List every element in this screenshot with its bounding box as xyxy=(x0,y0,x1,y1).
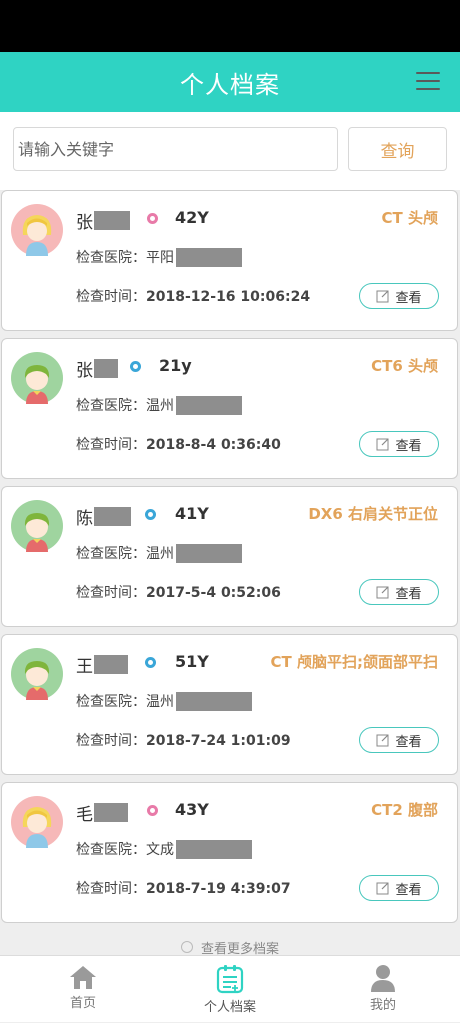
redacted-hospital-block xyxy=(176,839,252,859)
patient-age: 51Y xyxy=(175,652,209,671)
hospital-name: 温州 xyxy=(146,398,174,414)
female-icon xyxy=(147,805,158,816)
exam-time: 2018-8-4 0:36:40 xyxy=(146,437,281,453)
female-avatar-icon xyxy=(11,204,63,256)
hospital-name: 平阳 xyxy=(146,250,174,266)
female-avatar-icon xyxy=(11,796,63,848)
redacted-hospital-block xyxy=(176,691,252,711)
record-card[interactable]: 王 51Y CT 颅脑平扫;颌面部平扫 检查医院： 温州 检查时间：2018-7-… xyxy=(1,634,458,775)
patient-name: 张 xyxy=(76,208,130,233)
patient-name: 陈 xyxy=(76,504,131,529)
record-card[interactable]: 张 42Y CT 头颅 检查医院： 平阳 检查时间：2018-12-16 10:0… xyxy=(1,190,458,331)
patient-name: 王 xyxy=(76,652,128,677)
patient-name: 张 xyxy=(76,356,118,381)
exam-time-row: 检查时间：2018-8-4 0:36:40 xyxy=(76,437,281,453)
exam-time: 2017-5-4 0:52:06 xyxy=(146,585,281,601)
hospital-name: 文成 xyxy=(146,842,174,858)
record-card[interactable]: 陈 41Y DX6 右肩关节正位 检查医院： 温州 检查时间：2017-5-4 0… xyxy=(1,486,458,627)
tab-mine[interactable]: 我的 xyxy=(323,956,443,1023)
exam-time-row: 检查时间：2018-7-24 1:01:09 xyxy=(76,733,291,749)
view-button[interactable]: 查看 xyxy=(359,431,439,457)
edit-icon xyxy=(376,438,389,451)
exam-type: CT2 腹部 xyxy=(371,801,438,819)
redacted-hospital-block xyxy=(176,543,242,563)
patient-age: 21y xyxy=(159,356,192,375)
hospital-row: 检查医院： 文成 xyxy=(76,839,252,859)
exam-time-row: 检查时间：2017-5-4 0:52:06 xyxy=(76,585,281,601)
edit-icon xyxy=(376,882,389,895)
redacted-name-block xyxy=(94,211,130,230)
exam-time-row: 检查时间：2018-7-19 4:39:07 xyxy=(76,881,291,897)
edit-icon xyxy=(376,734,389,747)
more-icon xyxy=(180,941,193,953)
edit-icon xyxy=(376,290,389,303)
male-icon xyxy=(145,509,156,520)
patient-name: 毛 xyxy=(76,800,128,825)
view-more-link[interactable]: 查看更多档案 xyxy=(0,938,460,956)
patient-age: 42Y xyxy=(175,208,209,227)
redacted-name-block xyxy=(94,803,128,822)
record-card[interactable]: 张 21y CT6 头颅 检查医院： 温州 检查时间：2018-8-4 0:36:… xyxy=(1,338,458,479)
hospital-name: 温州 xyxy=(146,546,174,562)
male-avatar-icon xyxy=(11,648,63,700)
view-button[interactable]: 查看 xyxy=(359,875,439,901)
redacted-hospital-block xyxy=(176,395,242,415)
search-input[interactable] xyxy=(13,127,338,171)
exam-type: CT 头颅 xyxy=(381,209,438,227)
bottom-tab-bar: 首页 个人档案 我的 xyxy=(0,955,460,1022)
hospital-row: 检查医院： 温州 xyxy=(76,691,252,711)
male-avatar-icon xyxy=(11,352,63,404)
hospital-name: 温州 xyxy=(146,694,174,710)
redacted-name-block xyxy=(94,359,118,378)
hospital-row: 检查医院： 温州 xyxy=(76,543,242,563)
redacted-name-block xyxy=(94,655,128,674)
view-button[interactable]: 查看 xyxy=(359,727,439,753)
male-icon xyxy=(130,361,141,372)
exam-time: 2018-7-24 1:01:09 xyxy=(146,733,291,749)
hospital-row: 检查医院： 温州 xyxy=(76,395,242,415)
patient-age: 41Y xyxy=(175,504,209,523)
records-icon xyxy=(216,965,244,994)
redacted-name-block xyxy=(94,507,131,526)
view-button[interactable]: 查看 xyxy=(359,579,439,605)
male-avatar-icon xyxy=(11,500,63,552)
exam-time: 2018-7-19 4:39:07 xyxy=(146,881,291,897)
status-bar xyxy=(0,0,460,52)
exam-type: CT6 头颅 xyxy=(371,357,438,375)
view-button[interactable]: 查看 xyxy=(359,283,439,309)
search-button[interactable]: 查询 xyxy=(348,127,447,171)
record-card[interactable]: 毛 43Y CT2 腹部 检查医院： 文成 检查时间：2018-7-19 4:39… xyxy=(1,782,458,923)
female-icon xyxy=(147,213,158,224)
exam-time: 2018-12-16 10:06:24 xyxy=(146,289,311,305)
exam-type: DX6 右肩关节正位 xyxy=(308,505,438,523)
tab-home[interactable]: 首页 xyxy=(23,956,143,1023)
tab-records[interactable]: 个人档案 xyxy=(170,956,290,1023)
menu-icon[interactable] xyxy=(416,72,440,92)
search-area: 查询 xyxy=(0,112,460,190)
exam-time-row: 检查时间：2018-12-16 10:06:24 xyxy=(76,289,311,305)
male-icon xyxy=(145,657,156,668)
exam-type: CT 颅脑平扫;颌面部平扫 xyxy=(270,653,438,671)
page-title: 个人档案 xyxy=(180,70,280,99)
hospital-row: 检查医院： 平阳 xyxy=(76,247,242,267)
user-icon xyxy=(371,965,395,992)
app-header: 个人档案 xyxy=(0,52,460,112)
home-icon xyxy=(70,966,96,989)
edit-icon xyxy=(376,586,389,599)
redacted-hospital-block xyxy=(176,247,242,267)
patient-age: 43Y xyxy=(175,800,209,819)
